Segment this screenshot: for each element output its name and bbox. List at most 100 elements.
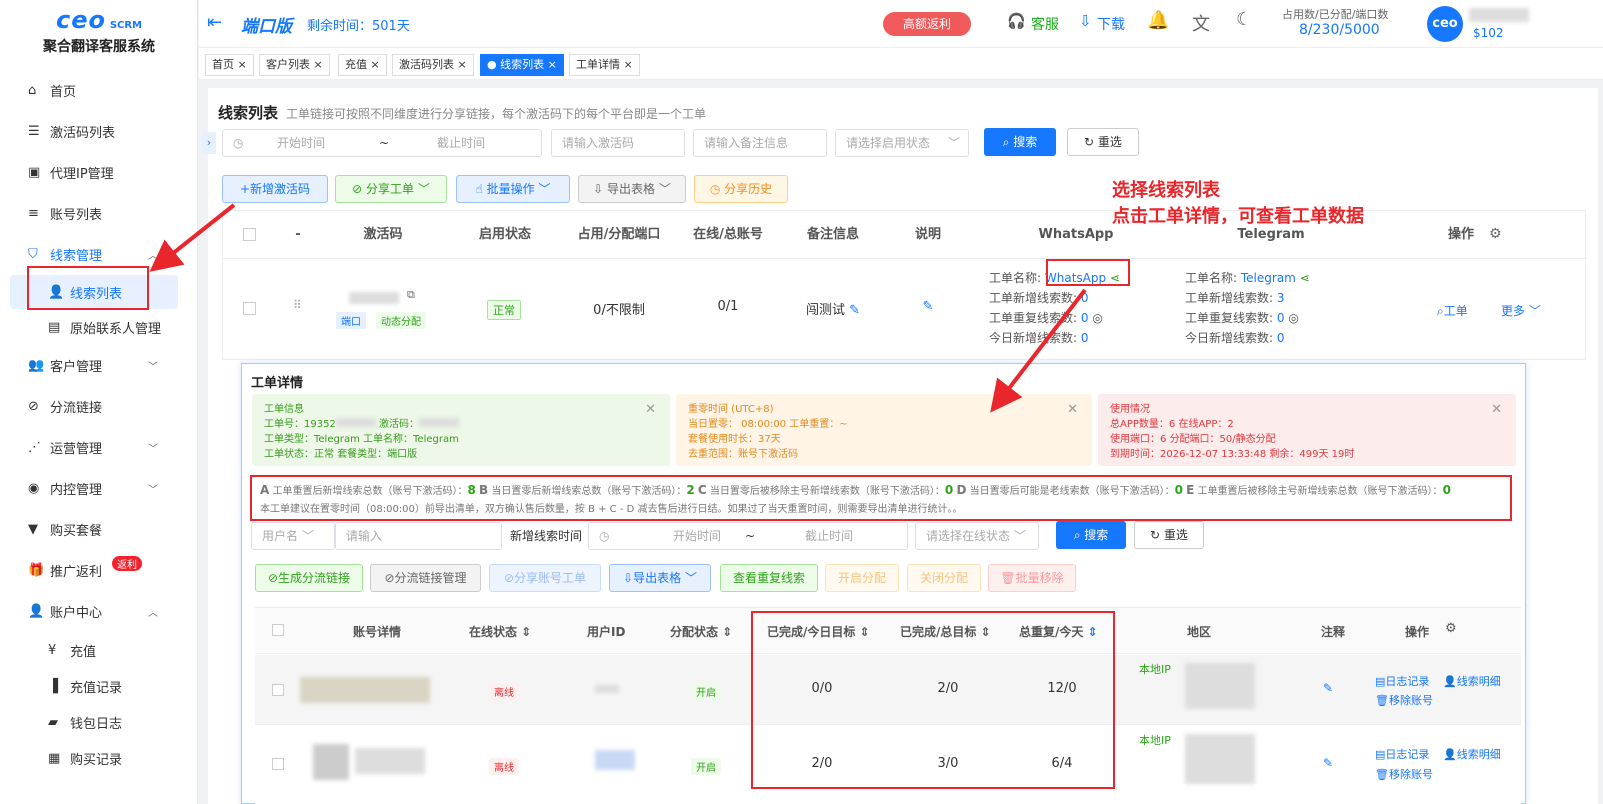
- select-all-checkbox[interactable]: [272, 624, 284, 636]
- table-header: - 激活码 启用状态 占用/分配端口 在线/总账号 备注信息 说明 WhatsA…: [223, 211, 1587, 259]
- modal-end-time[interactable]: 截止时间: [805, 523, 853, 549]
- reset-button[interactable]: ↻ 重选: [1067, 128, 1139, 156]
- promo-button[interactable]: 高额返利: [883, 12, 971, 36]
- bell-icon[interactable]: 🔔: [1147, 10, 1169, 31]
- open-assign-button[interactable]: 开启分配: [825, 564, 899, 592]
- tab-lead-list[interactable]: ● 线索列表 ×: [480, 54, 564, 76]
- view-dup-button[interactable]: 查看重复线索: [720, 564, 818, 592]
- search-button[interactable]: ⌕ 搜索: [984, 128, 1056, 156]
- sidebar-item-control[interactable]: ◉ 内控管理 ﹀: [0, 468, 198, 509]
- moon-icon[interactable]: ☾: [1236, 9, 1252, 30]
- sidebar-item-wallet[interactable]: ▰ 钱包日志: [0, 704, 198, 740]
- search-icon: ⌕: [1437, 304, 1444, 318]
- end-time[interactable]: 截止时间: [437, 130, 485, 156]
- modal-search-button[interactable]: ⌕ 搜索: [1056, 521, 1126, 549]
- col-assign: 分配状态 ⇕: [670, 625, 733, 639]
- eye-icon[interactable]: ◎: [1288, 311, 1298, 325]
- download-link[interactable]: 下载: [1097, 14, 1125, 34]
- log-link[interactable]: ▤日志记录: [1375, 746, 1429, 762]
- tab-ticket-detail[interactable]: 工单详情 ×: [569, 54, 640, 76]
- translate-icon[interactable]: 文: [1192, 10, 1210, 36]
- telegram-ticket-link[interactable]: Telegram: [1241, 271, 1296, 285]
- close-icon[interactable]: ✕: [645, 402, 656, 417]
- date-range[interactable]: ◷ 开始时间 ~ 截止时间: [222, 129, 542, 157]
- eye-icon[interactable]: ◎: [1092, 311, 1102, 325]
- tab-customers[interactable]: 客户列表 ×: [259, 54, 330, 76]
- sidebar-item-home[interactable]: ⌂ 首页: [0, 70, 198, 111]
- tab-activation[interactable]: 激活码列表 ×: [392, 54, 474, 76]
- ticket-detail-modal: 工单详情 工单信息 工单号：19352 激活码： 工单类型：Telegram 工…: [241, 363, 1526, 804]
- sidebar-item-customers[interactable]: 👥 客户管理 ﹀: [0, 345, 198, 386]
- app-title: 聚合翻译客服系统: [43, 39, 155, 55]
- download-icon[interactable]: ⇩: [1079, 12, 1092, 30]
- assign-status-badge: 开启: [691, 683, 721, 700]
- gen-link-button[interactable]: ⊘生成分流链接: [255, 564, 363, 592]
- sidebar-item-account-center[interactable]: 👤 账户中心 ︿: [0, 591, 198, 632]
- lead-detail-link[interactable]: 👤线索明细: [1443, 746, 1501, 762]
- headset-icon[interactable]: 🎧: [1007, 12, 1026, 30]
- modal-date-range[interactable]: ◷ 开始时间 ~ 截止时间: [588, 522, 908, 550]
- avatar[interactable]: ceo: [1427, 6, 1463, 42]
- col-region: 地区: [1187, 625, 1212, 639]
- share-history-button[interactable]: ◷ 分享历史: [694, 175, 788, 203]
- collapse-icon[interactable]: ⇤: [207, 12, 222, 33]
- ticket-op-link[interactable]: ⌕工单: [1437, 302, 1468, 319]
- export-button[interactable]: ⇩ 导出表格 ﹀: [578, 175, 686, 203]
- page-desc: 工单链接可按照不同维度进行分享链接，每个激活码下的每个平台即是一个工单: [286, 107, 707, 121]
- tab-home[interactable]: 首页 ×: [205, 54, 254, 76]
- row-checkbox[interactable]: [272, 684, 284, 696]
- row-checkbox[interactable]: [243, 302, 256, 315]
- remark-input[interactable]: 请输入备注信息: [693, 129, 827, 157]
- sidebar-item-accounts[interactable]: ≡ 账号列表: [0, 193, 198, 234]
- edit-icon[interactable]: ✎: [878, 299, 978, 314]
- remove-account-link[interactable]: 🗑移除账号: [1375, 692, 1433, 708]
- batch-button[interactable]: ☝ 批量操作 ﹀: [456, 175, 570, 203]
- modal-export-button[interactable]: ⇩导出表格 ﹀: [609, 564, 711, 592]
- status-select[interactable]: 请选择启用状态 ﹀: [835, 129, 969, 157]
- user-select[interactable]: 用户名 ﹀: [251, 522, 335, 550]
- manage-link-button[interactable]: ⊘分流链接管理: [370, 564, 481, 592]
- user-input[interactable]: 请输入: [335, 522, 502, 550]
- sidebar-item-purchase[interactable]: ▦ 购买记录: [0, 740, 198, 776]
- sidebar-item-ops[interactable]: ⋰ 运营管理 ﹀: [0, 427, 198, 468]
- edit-icon[interactable]: ✎: [849, 303, 860, 318]
- sidebar-item-recharge-record[interactable]: ▐ 充值记录: [0, 668, 198, 704]
- close-icon[interactable]: ✕: [1491, 402, 1502, 417]
- more-op-link[interactable]: 更多 ﹀: [1501, 302, 1541, 319]
- expand-toggle[interactable]: ›: [202, 132, 216, 154]
- drag-handle-icon[interactable]: ⠿: [293, 298, 302, 312]
- share-icon[interactable]: ⋖: [1300, 271, 1310, 285]
- lead-detail-link[interactable]: 👤线索明细: [1443, 673, 1501, 689]
- modal-reset-button[interactable]: ↻ 重选: [1134, 521, 1204, 549]
- online-status-badge: 离线: [489, 683, 519, 700]
- close-assign-button[interactable]: 关闭分配: [907, 564, 981, 592]
- tab-recharge[interactable]: 充值 ×: [338, 54, 387, 76]
- code-input[interactable]: 请输入激活码: [551, 129, 685, 157]
- row-checkbox[interactable]: [272, 758, 284, 770]
- sidebar-item-package[interactable]: ▼ 购买套餐: [0, 509, 198, 550]
- sidebar-item-proxy[interactable]: ▣ 代理IP管理: [0, 152, 198, 193]
- start-time[interactable]: 开始时间: [277, 130, 325, 156]
- share-account-button[interactable]: ⊘分享账号工单: [489, 564, 601, 592]
- sidebar-item-contacts[interactable]: ▤ 原始联系人管理: [0, 309, 198, 345]
- share-ticket-button[interactable]: ⊘ 分享工单 ﹀: [335, 175, 447, 203]
- sidebar-item-recharge[interactable]: ¥ 充值: [0, 632, 198, 668]
- add-code-button[interactable]: +新增激活码: [222, 175, 328, 203]
- copy-icon[interactable]: ⧉: [407, 288, 415, 302]
- service-link[interactable]: 客服: [1031, 14, 1059, 34]
- sidebar-item-rebate[interactable]: 🎁 推广返利 返利: [0, 550, 198, 591]
- select-all-checkbox[interactable]: [243, 228, 256, 241]
- modal-start-time[interactable]: 开始时间: [673, 523, 721, 549]
- note-edit-icon[interactable]: ✎: [1323, 681, 1333, 695]
- batch-remove-button[interactable]: 🗑批量移除: [988, 564, 1076, 592]
- gear-icon[interactable]: ⚙: [1445, 621, 1457, 636]
- log-link[interactable]: ▤日志记录: [1375, 673, 1429, 689]
- sidebar-item-activation[interactable]: ☰ 激活码列表: [0, 111, 198, 152]
- download-icon: ⇩: [623, 571, 634, 585]
- sidebar-item-links[interactable]: ⊘ 分流链接: [0, 386, 198, 427]
- gear-icon[interactable]: ⚙: [1489, 226, 1502, 242]
- note-edit-icon[interactable]: ✎: [1323, 756, 1333, 770]
- remove-account-link[interactable]: 🗑移除账号: [1375, 766, 1433, 782]
- close-icon[interactable]: ✕: [1067, 402, 1078, 417]
- online-select[interactable]: 请选择在线状态 ﹀: [915, 522, 1039, 550]
